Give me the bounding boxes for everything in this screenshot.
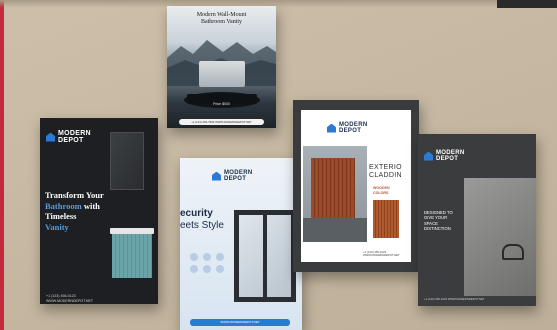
house-logo-icon [46, 132, 55, 142]
cladding-title: EXTERIO CLADDIN [369, 164, 402, 180]
designs-text: DESIGNED TO GIVE YOUR SPACE DISTINCTION [424, 210, 453, 232]
feature-icon [190, 265, 198, 273]
wooden-facade-image [303, 146, 367, 242]
feature-icon-grid [190, 253, 226, 273]
feature-icon [216, 265, 224, 273]
vanity-price: Price $000 [213, 102, 230, 106]
dark-corner [497, 0, 557, 8]
brand-logo: MODERN DEPOT [46, 130, 91, 144]
window-frame-image [234, 210, 296, 302]
cladding-subtitle: WOODEN COLORS [373, 186, 390, 195]
flyer-security-style: MODERN DEPOT ecurity eets Style WWW.MODE… [180, 158, 302, 330]
concrete-wall-image [464, 178, 536, 296]
brand-logo: MODERN DEPOT [212, 170, 252, 182]
brand-logo: MODERN DEPOT [424, 150, 464, 162]
designs-footer: +1 (123) 456-0123 WWW.MODERNDEPOT.NET [424, 297, 485, 301]
feature-icon [216, 253, 224, 261]
teal-vanity-cabinet [112, 234, 152, 278]
red-edge-strip [0, 0, 4, 330]
security-footer-text: WWW.MODERNDEPOT.NET [220, 320, 260, 324]
floating-vanity-cabinet [199, 61, 245, 87]
lounge-chair [502, 244, 524, 260]
vanity-footer-text: +1 (123) 456-7890 WWW.MODERNDEPOT.NET [191, 120, 252, 124]
feature-icon [190, 253, 198, 261]
vanity-footer-bar: +1 (123) 456-7890 WWW.MODERNDEPOT.NET [179, 119, 264, 125]
house-logo-icon [327, 123, 336, 133]
transform-headline: Transform Your Bathroom with Timeless Va… [45, 190, 104, 232]
flyer-transform-bathroom: MODERN DEPOT Transform Your Bathroom wit… [40, 118, 158, 304]
house-logo-icon [424, 151, 433, 161]
flyer-exterior-cladding: MODERN DEPOT EXTERIO CLADDIN WOODEN COLO… [293, 100, 419, 272]
flyer-wall-mount-vanity: Modern Wall-Mount Bathroom Vanity Price … [167, 6, 276, 128]
wood-swatch [373, 200, 399, 238]
wall-mirror [110, 132, 144, 190]
cladding-footer: +1 (123) 456-0123 WWW.MODERNDEPOT.NET [363, 250, 400, 258]
brand-line2: DEPOT [339, 128, 362, 134]
feature-icon [203, 253, 211, 261]
brand-line2: DEPOT [436, 156, 459, 162]
security-headline: ecurity eets Style [180, 208, 224, 231]
top-shadow-strip [0, 0, 557, 8]
transform-phone: +1 (123) 456-0123 [46, 294, 76, 298]
brand-logo: MODERN DEPOT [327, 122, 367, 134]
brand-line2: DEPOT [224, 176, 247, 182]
flyer-designs-distinction: MODERN DEPOT DESIGNED TO GIVE YOUR SPACE… [418, 134, 536, 306]
security-footer-bar: WWW.MODERNDEPOT.NET [190, 319, 290, 326]
house-logo-icon [212, 171, 221, 181]
brand-line2: DEPOT [58, 137, 84, 144]
feature-icon [203, 265, 211, 273]
brand-line1: MODERN [58, 130, 91, 137]
transform-website: WWW.MODERNDEPOT.NET [46, 299, 94, 303]
headline-highlight: Bathroom [45, 200, 82, 211]
